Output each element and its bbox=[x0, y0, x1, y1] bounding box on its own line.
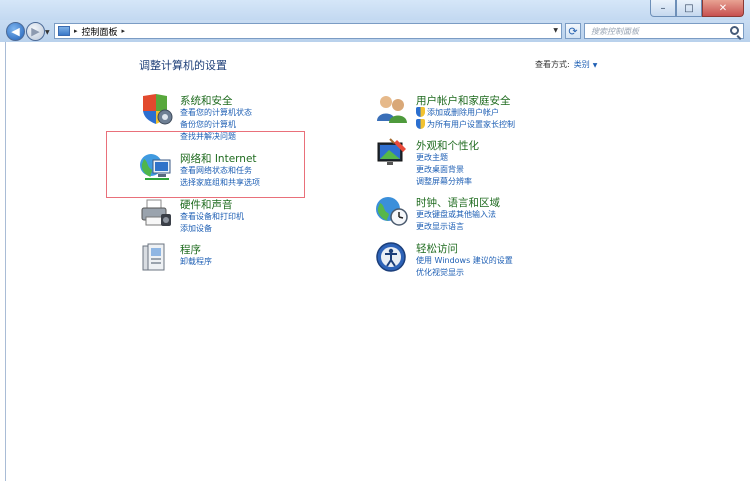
link-change-theme[interactable]: 更改主题 bbox=[416, 152, 448, 163]
refresh-button[interactable]: ⟳ bbox=[565, 23, 581, 39]
arrow-right-icon: ▶ bbox=[31, 25, 40, 38]
category-title[interactable]: 时钟、语言和区域 bbox=[416, 195, 500, 210]
view-by-dropdown[interactable]: 类别 bbox=[574, 60, 590, 69]
programs-icon[interactable] bbox=[139, 242, 173, 274]
users-icon[interactable] bbox=[375, 93, 409, 125]
refresh-icon: ⟳ bbox=[568, 24, 578, 38]
window-controls: – □ ✕ bbox=[650, 0, 744, 17]
forward-button[interactable]: ▶ bbox=[26, 22, 45, 41]
breadcrumb-separator[interactable]: ▸ bbox=[122, 27, 126, 35]
link-uninstall-program[interactable]: 卸载程序 bbox=[180, 256, 212, 267]
link-windows-suggested-settings[interactable]: 使用 Windows 建议的设置 bbox=[416, 255, 513, 266]
close-button[interactable]: ✕ bbox=[702, 0, 744, 17]
shield-icon[interactable] bbox=[139, 93, 173, 125]
link-display-language[interactable]: 更改显示语言 bbox=[416, 221, 464, 232]
category-hardware-sound: 硬件和声音 查看设备和打印机 添加设备 bbox=[139, 197, 339, 237]
view-by: 查看方式: 类别 ▼ bbox=[535, 59, 597, 70]
chevron-down-icon[interactable]: ▼ bbox=[593, 62, 598, 69]
link-screen-resolution[interactable]: 调整屏幕分辨率 bbox=[416, 176, 472, 187]
link-add-remove-accounts[interactable]: 添加或删除用户帐户 bbox=[416, 107, 499, 118]
recent-pages-dropdown[interactable]: ▼ bbox=[45, 29, 50, 36]
category-title[interactable]: 外观和个性化 bbox=[416, 138, 479, 153]
view-by-label: 查看方式: bbox=[535, 60, 570, 69]
link-add-device[interactable]: 添加设备 bbox=[180, 223, 212, 234]
category-appearance: 外观和个性化 更改主题 更改桌面背景 调整屏幕分辨率 bbox=[375, 138, 595, 188]
arrow-left-icon: ◀ bbox=[11, 25, 20, 38]
category-title[interactable]: 硬件和声音 bbox=[180, 197, 233, 212]
link-backup-computer[interactable]: 备份您的计算机 bbox=[180, 119, 236, 130]
maximize-button[interactable]: □ bbox=[676, 0, 702, 17]
link-optimize-visual-display[interactable]: 优化视觉显示 bbox=[416, 267, 464, 278]
appearance-icon[interactable] bbox=[375, 138, 409, 170]
search-input[interactable]: 搜索控制面板 bbox=[584, 23, 744, 39]
highlight-annotation bbox=[106, 131, 305, 198]
ease-of-access-icon[interactable] bbox=[375, 241, 409, 273]
address-field[interactable]: ▸ 控制面板 ▸ ▼ bbox=[54, 23, 562, 39]
address-toolbar: ◀ ▶ ▼ ▸ 控制面板 ▸ ▼ ⟳ 搜索控制面板 bbox=[0, 20, 750, 42]
minimize-button[interactable]: – bbox=[650, 0, 676, 17]
link-view-computer-status[interactable]: 查看您的计算机状态 bbox=[180, 107, 252, 118]
category-ease-of-access: 轻松访问 使用 Windows 建议的设置 优化视觉显示 bbox=[375, 241, 595, 281]
clock-globe-icon[interactable] bbox=[375, 195, 409, 227]
search-icon[interactable] bbox=[730, 26, 739, 35]
link-keyboard-input[interactable]: 更改键盘或其他输入法 bbox=[416, 209, 496, 220]
category-title[interactable]: 系统和安全 bbox=[180, 93, 233, 108]
uac-shield-icon bbox=[416, 107, 425, 117]
back-button[interactable]: ◀ bbox=[6, 22, 25, 41]
link-devices-printers[interactable]: 查看设备和打印机 bbox=[180, 211, 244, 222]
category-user-accounts: 用户帐户和家庭安全 添加或删除用户帐户 为所有用户设置家长控制 bbox=[375, 93, 595, 133]
category-programs: 程序 卸载程序 bbox=[139, 242, 339, 276]
address-dropdown-icon[interactable]: ▼ bbox=[553, 27, 558, 34]
control-panel-icon bbox=[58, 26, 70, 36]
printer-icon[interactable] bbox=[139, 197, 173, 229]
title-bar: – □ ✕ bbox=[0, 0, 750, 20]
breadcrumb-separator[interactable]: ▸ bbox=[74, 27, 78, 35]
category-title[interactable]: 程序 bbox=[180, 242, 201, 257]
category-title[interactable]: 轻松访问 bbox=[416, 241, 458, 256]
search-placeholder: 搜索控制面板 bbox=[591, 27, 639, 36]
breadcrumb-control-panel[interactable]: 控制面板 bbox=[82, 25, 118, 38]
link-label: 为所有用户设置家长控制 bbox=[427, 120, 515, 129]
category-title[interactable]: 用户帐户和家庭安全 bbox=[416, 93, 511, 108]
link-parental-controls[interactable]: 为所有用户设置家长控制 bbox=[416, 119, 515, 130]
uac-shield-icon bbox=[416, 119, 425, 129]
category-clock-language-region: 时钟、语言和区域 更改键盘或其他输入法 更改显示语言 bbox=[375, 195, 595, 235]
page-title: 调整计算机的设置 bbox=[139, 59, 227, 72]
link-label: 添加或删除用户帐户 bbox=[427, 108, 499, 117]
link-desktop-background[interactable]: 更改桌面背景 bbox=[416, 164, 464, 175]
